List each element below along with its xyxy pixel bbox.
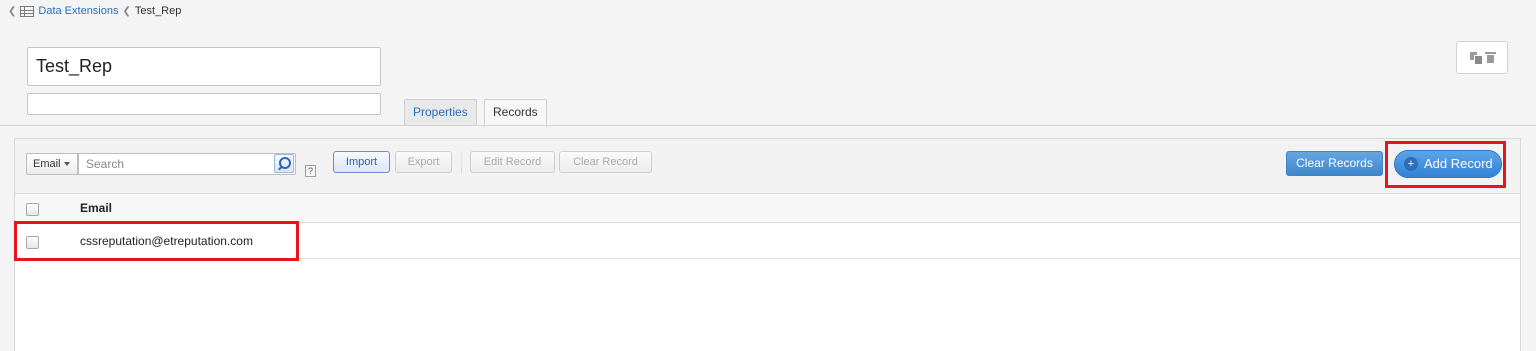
breadcrumb-link-data-extensions[interactable]: Data Extensions [38, 5, 118, 17]
copy-icon[interactable] [1469, 52, 1483, 65]
column-header-email: Email [80, 201, 113, 215]
highlight-box-row [14, 221, 299, 261]
chevron-down-icon [63, 162, 70, 167]
highlight-box-add-record [1385, 141, 1506, 188]
extension-name-field[interactable]: Test_Rep [27, 47, 381, 86]
edit-record-button[interactable]: Edit Record [470, 151, 555, 173]
breadcrumb-current: Test_Rep [134, 5, 182, 17]
field-select-label: Email [33, 158, 61, 170]
trash-icon[interactable] [1484, 52, 1496, 63]
help-icon[interactable]: ? [305, 165, 316, 177]
select-all-checkbox[interactable] [26, 203, 39, 216]
table-icon [20, 5, 35, 17]
breadcrumb-separator: ❮ [122, 5, 131, 17]
clear-record-button[interactable]: Clear Record [559, 151, 652, 173]
breadcrumb: ❮ Data Extensions ❮ Test_Rep [8, 3, 181, 19]
breadcrumb-separator: ❮ [8, 5, 17, 17]
export-button[interactable]: Export [395, 151, 452, 173]
tab-records[interactable]: Records [484, 99, 547, 127]
clear-records-button[interactable]: Clear Records [1286, 151, 1383, 176]
extension-description-field[interactable] [27, 93, 381, 115]
import-button[interactable]: Import [333, 151, 390, 173]
search-button[interactable] [274, 154, 294, 173]
divider [0, 125, 1536, 126]
table-header-row [15, 194, 1520, 223]
toolbar-separator [461, 152, 462, 173]
header-actions [1456, 41, 1508, 74]
field-select[interactable]: Email [26, 153, 78, 175]
tab-properties[interactable]: Properties [404, 99, 477, 126]
search-input[interactable] [78, 153, 296, 175]
